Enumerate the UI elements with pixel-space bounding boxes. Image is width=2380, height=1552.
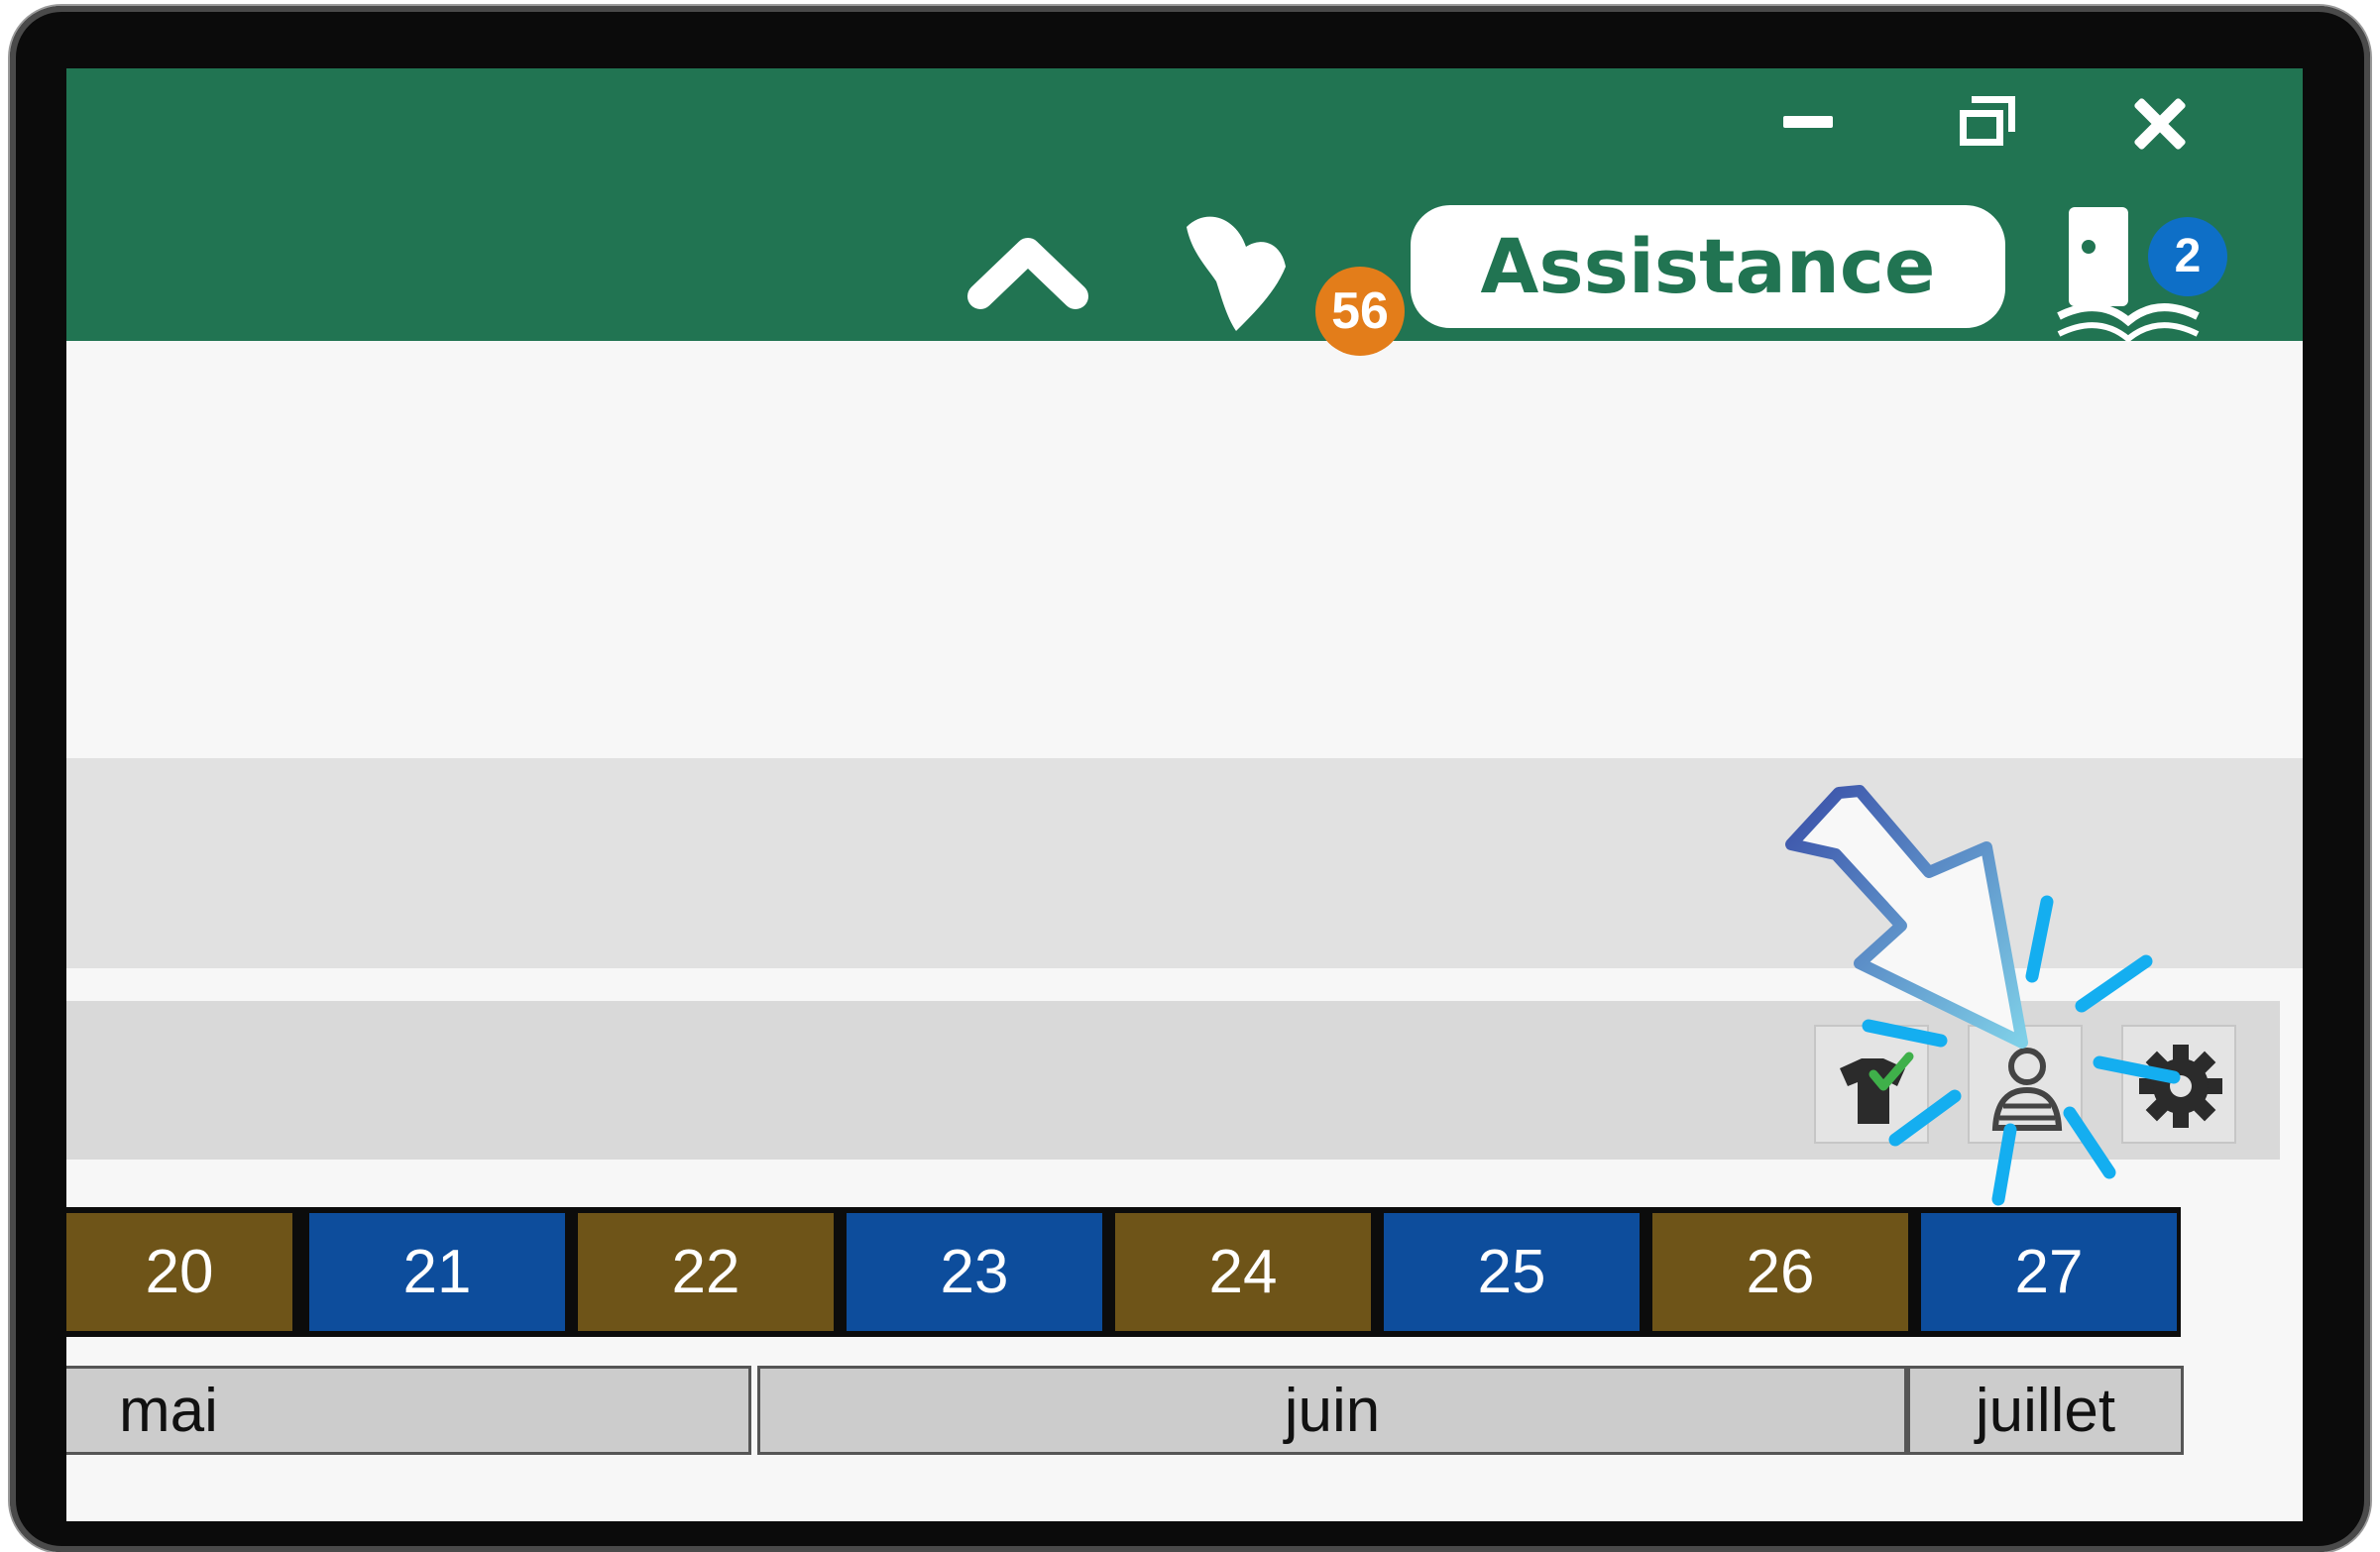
week-cell[interactable]: 26: [1652, 1213, 1908, 1331]
month-cell: mai: [66, 1366, 751, 1455]
gear-icon: [2139, 1045, 2222, 1128]
toolbar: [66, 1001, 2280, 1160]
assistance-button[interactable]: Assistance: [1411, 205, 2005, 328]
notifications-badge: 56: [1315, 267, 1405, 356]
app-window: 56 Assistance 2 20 21 22 23 24 25 26 27 …: [66, 68, 2303, 1521]
help-badge: 2: [2148, 217, 2227, 296]
validated-outfit-button[interactable]: [1814, 1025, 1929, 1144]
weeks-row: 20 21 22 23 24 25 26 27: [66, 1207, 2181, 1337]
minimize-icon[interactable]: [1761, 82, 1851, 162]
bird-icon: [1187, 216, 1286, 331]
week-cell[interactable]: 21: [309, 1213, 565, 1331]
months-row: mai juin juillet: [66, 1366, 2184, 1455]
title-bar: 56 Assistance 2: [66, 68, 2303, 356]
filter-band: [66, 758, 2303, 968]
week-cell[interactable]: 20: [66, 1213, 292, 1331]
week-cell[interactable]: 23: [847, 1213, 1102, 1331]
month-cell: juillet: [1907, 1366, 2184, 1455]
week-cell[interactable]: 22: [578, 1213, 834, 1331]
shirt-check-icon: [1840, 1052, 1914, 1124]
person-icon: [1991, 1048, 2063, 1131]
restore-icon[interactable]: [1940, 82, 2029, 162]
notifications-button[interactable]: 56: [1167, 197, 1405, 356]
settings-button[interactable]: [2121, 1025, 2236, 1144]
week-cell[interactable]: 24: [1115, 1213, 1371, 1331]
person-button[interactable]: [1968, 1025, 2083, 1144]
close-icon[interactable]: [2118, 82, 2208, 162]
month-cell: juin: [757, 1366, 1907, 1455]
week-cell[interactable]: 25: [1384, 1213, 1640, 1331]
week-cell[interactable]: 27: [1921, 1213, 2177, 1331]
help-button[interactable]: 2: [2049, 197, 2227, 343]
collapse-button[interactable]: [959, 217, 1097, 326]
chevron-up-icon: [967, 238, 1088, 309]
